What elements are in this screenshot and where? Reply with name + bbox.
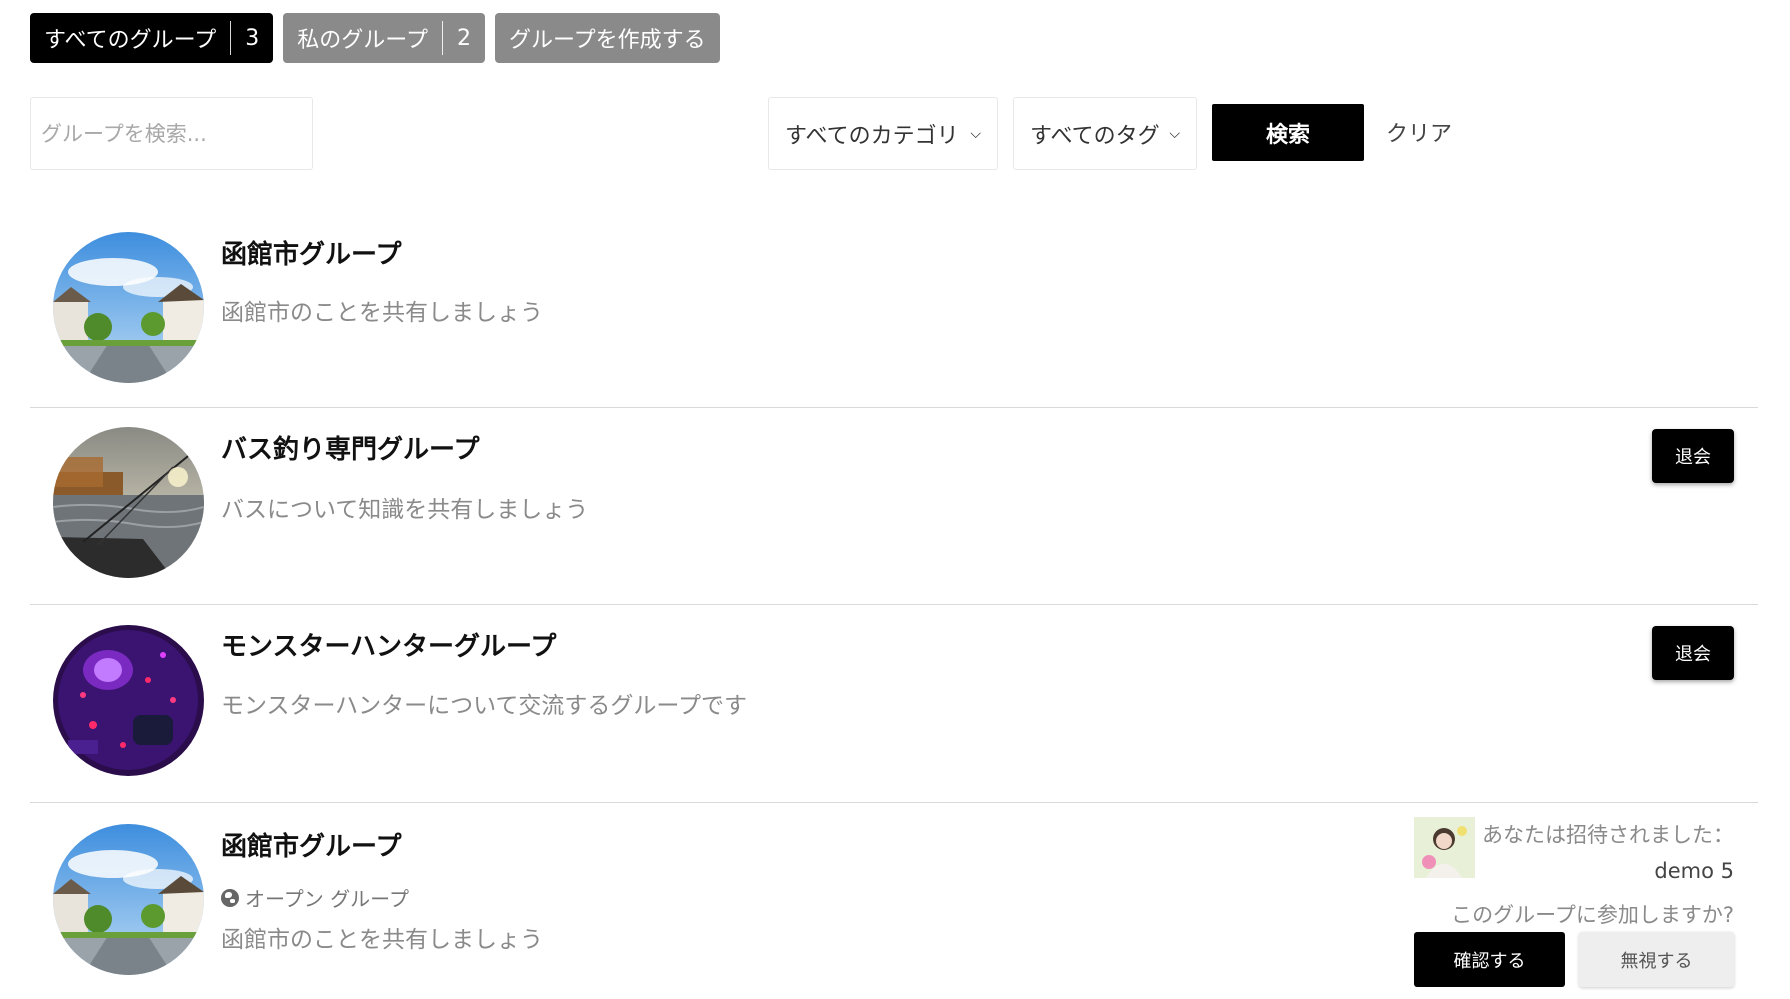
ignore-invite-button[interactable]: 無視する (1579, 932, 1734, 987)
inviter-avatar[interactable] (1414, 817, 1475, 878)
group-title[interactable]: 函館市グループ (221, 826, 401, 863)
tab-all-groups-label: すべてのグループ (44, 28, 217, 53)
group-description: モンスターハンターについて交流するグループです (221, 693, 748, 719)
category-select-value: すべてのカテゴリ (785, 123, 959, 149)
chevron-down-icon: ⌵ (970, 125, 981, 142)
group-description: 函館市のことを共有しましょう (221, 300, 543, 326)
group-avatar[interactable] (53, 232, 204, 383)
tab-my-groups-count: 2 (441, 21, 471, 55)
tab-my-groups-label: 私のグループ (297, 28, 428, 53)
category-select[interactable]: すべてのカテゴリ ⌵ (768, 97, 998, 170)
inviter-name[interactable]: demo 5 (1654, 859, 1734, 883)
tab-all-groups-count: 3 (230, 21, 259, 55)
group-title[interactable]: モンスターハンターグループ (221, 626, 556, 663)
invitation-panel: あなたは招待されました： demo 5 このグループに参加しますか? 確認する … (1414, 817, 1734, 992)
globe-icon (221, 888, 239, 907)
group-row: 函館市グループ 函館市のことを共有しましょう (30, 210, 1758, 408)
group-row: 函館市グループ オープン グループ 函館市のことを共有しましょう あなたは招待さ… (30, 802, 1758, 999)
inviter-photo (1414, 817, 1475, 878)
chevron-down-icon: ⌵ (1169, 125, 1180, 142)
tab-create-group-label: グループを作成する (508, 28, 706, 53)
clear-button[interactable]: クリア (1386, 116, 1452, 148)
town-street-photo (53, 824, 204, 975)
tag-select-value: すべてのタグ (1030, 123, 1160, 149)
group-tabs: すべてのグループ 3 私のグループ 2 グループを作成する (30, 13, 720, 63)
group-description: バスについて知識を共有しましょう (221, 497, 589, 523)
group-status-label: オープン グループ (245, 887, 409, 911)
group-avatar[interactable] (53, 824, 204, 975)
group-avatar[interactable] (53, 427, 204, 578)
tab-my-groups[interactable]: 私のグループ 2 (283, 13, 485, 63)
fishing-boat-photo (53, 427, 204, 578)
town-street-photo (53, 232, 204, 383)
group-description: 函館市のことを共有しましょう (221, 927, 543, 953)
tab-create-group[interactable]: グループを作成する (494, 13, 720, 63)
invite-question: このグループに参加しますか? (1451, 903, 1734, 927)
invite-message: あなたは招待されました： (1482, 823, 1734, 847)
group-row: モンスターハンターグループ モンスターハンターについて交流するグループです 退会 (30, 604, 1758, 803)
group-status: オープン グループ (221, 883, 409, 912)
group-search-input[interactable] (30, 97, 313, 170)
leave-group-button[interactable]: 退会 (1652, 429, 1734, 483)
leave-group-button[interactable]: 退会 (1652, 626, 1734, 680)
confirm-invite-button[interactable]: 確認する (1414, 932, 1565, 987)
group-row: バス釣り専門グループ バスについて知識を共有しましょう 退会 (30, 407, 1758, 605)
group-title[interactable]: 函館市グループ (221, 234, 401, 271)
group-avatar[interactable] (53, 625, 204, 776)
gaming-neon-photo (53, 625, 204, 776)
tab-all-groups[interactable]: すべてのグループ 3 (30, 13, 274, 63)
group-title[interactable]: バス釣り専門グループ (221, 429, 479, 466)
search-button[interactable]: 検索 (1212, 104, 1364, 161)
tag-select[interactable]: すべてのタグ ⌵ (1013, 97, 1197, 170)
